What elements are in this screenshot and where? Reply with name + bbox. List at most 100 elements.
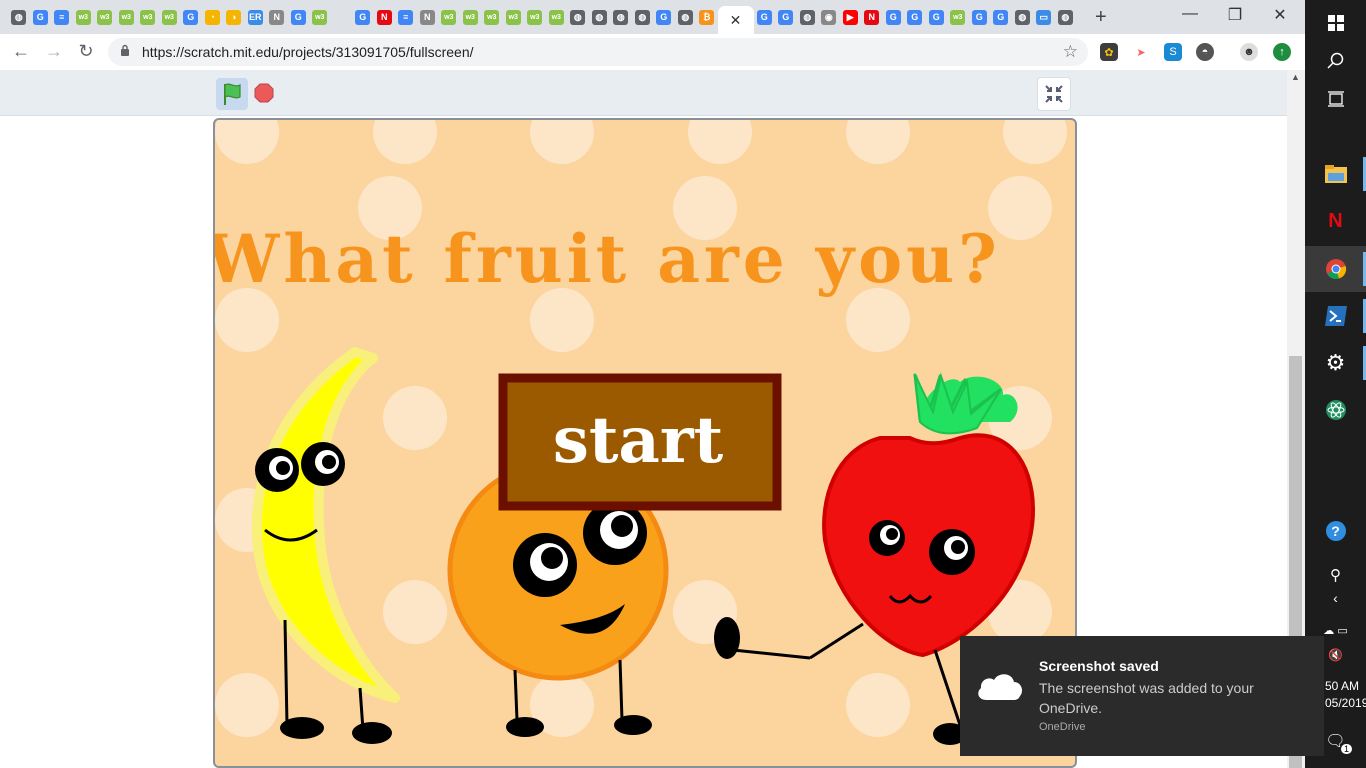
green-flag-icon xyxy=(224,83,241,105)
browser-tab[interactable]: ≡ xyxy=(51,6,73,28)
browser-tab[interactable]: ◍ xyxy=(632,6,654,28)
browser-tab[interactable]: ◍ xyxy=(567,6,589,28)
browser-tab[interactable]: ◉ xyxy=(818,6,840,28)
browser-tab[interactable]: G xyxy=(754,6,776,28)
forward-button[interactable]: → xyxy=(43,41,65,62)
browser-tab[interactable]: N xyxy=(861,6,883,28)
atom-app-button[interactable] xyxy=(1305,387,1366,433)
chrome-button[interactable] xyxy=(1305,246,1366,292)
reload-button[interactable]: ↻ xyxy=(75,41,97,62)
url-text[interactable]: https://scratch.mit.edu/projects/3130917… xyxy=(142,44,474,60)
browser-tab[interactable] xyxy=(331,6,353,28)
google-icon: G xyxy=(656,9,672,25)
browser-tab[interactable]: ER xyxy=(245,6,267,28)
browser-tab[interactable]: w3 xyxy=(438,6,460,28)
browser-tab[interactable]: w3 xyxy=(503,6,525,28)
browser-tab[interactable]: w3 xyxy=(546,6,568,28)
browser-tab[interactable]: w3 xyxy=(159,6,181,28)
browser-tab[interactable]: G xyxy=(180,6,202,28)
browser-tab[interactable]: ▭ xyxy=(1033,6,1055,28)
browser-tab[interactable]: ◍ xyxy=(610,6,632,28)
banana-character xyxy=(251,347,400,744)
start-button[interactable]: start xyxy=(498,373,782,511)
browser-tab[interactable]: w3 xyxy=(116,6,138,28)
browser-tab[interactable]: ◍ xyxy=(8,6,30,28)
scroll-up-arrow-icon[interactable]: ▲ xyxy=(1291,72,1300,82)
browser-tab[interactable]: ◍ xyxy=(589,6,611,28)
browser-tab[interactable]: ≡ xyxy=(395,6,417,28)
polka-dot xyxy=(846,120,910,164)
clock-time[interactable]: 50 AM xyxy=(1325,679,1359,693)
scratch-stage[interactable]: What fruit are you? start xyxy=(213,118,1077,768)
bookmark-star-icon[interactable]: ☆ xyxy=(1063,42,1078,62)
close-window-button[interactable]: ✕ xyxy=(1265,5,1295,25)
settings-button[interactable]: ⚙ xyxy=(1305,340,1366,386)
browser-tab[interactable]: G xyxy=(288,6,310,28)
browser-tab[interactable]: G xyxy=(990,6,1012,28)
browser-tab[interactable]: ◍ xyxy=(1055,6,1077,28)
extension-pokeball-icon[interactable]: ◓ xyxy=(1196,43,1214,61)
google-icon: G xyxy=(355,9,371,25)
update-icon[interactable]: ↑ xyxy=(1273,43,1291,61)
browser-tab[interactable]: w3 xyxy=(73,6,95,28)
browser-tab[interactable]: ◍ xyxy=(1012,6,1034,28)
browser-tab[interactable]: G xyxy=(904,6,926,28)
stop-button[interactable] xyxy=(254,83,274,103)
lock-icon[interactable] xyxy=(120,44,130,59)
back-button[interactable]: ← xyxy=(10,41,32,62)
extension-s-icon[interactable]: S xyxy=(1164,43,1182,61)
browser-tab[interactable]: G xyxy=(926,6,948,28)
active-tab[interactable]: ✕ xyxy=(717,6,754,34)
browser-tab[interactable]: ₿ xyxy=(696,6,718,28)
docs-icon: ≡ xyxy=(398,9,414,25)
powershell-button[interactable] xyxy=(1305,293,1366,339)
new-tab-button[interactable]: + xyxy=(1095,6,1107,29)
restore-button[interactable]: ❐ xyxy=(1220,5,1250,25)
file-explorer-button[interactable] xyxy=(1305,151,1366,197)
profile-avatar[interactable]: ☻ xyxy=(1240,43,1258,61)
globe-icon: ◍ xyxy=(677,9,693,25)
start-button-label[interactable]: start xyxy=(553,403,724,478)
clock-date[interactable]: 05/2019 xyxy=(1325,696,1366,710)
google-icon: G xyxy=(778,9,794,25)
browser-tab[interactable]: G xyxy=(883,6,905,28)
show-hidden-icons-button[interactable]: ‹ xyxy=(1305,583,1366,613)
task-view-button[interactable] xyxy=(1305,76,1366,122)
browser-tab[interactable]: w3 xyxy=(481,6,503,28)
exit-fullscreen-button[interactable] xyxy=(1037,77,1071,111)
khan-icon: ◑ xyxy=(226,9,242,25)
browser-tab[interactable]: G xyxy=(775,6,797,28)
w3-icon: w3 xyxy=(161,9,177,25)
browser-tab[interactable]: w3 xyxy=(460,6,482,28)
stage-canvas: What fruit are you? start xyxy=(215,120,1067,745)
browser-tab[interactable]: w3 xyxy=(137,6,159,28)
browser-tab[interactable]: w3 xyxy=(94,6,116,28)
chevron-left-icon: ‹ xyxy=(1333,590,1338,606)
globe-icon: ◍ xyxy=(1057,9,1073,25)
browser-tab[interactable]: N xyxy=(374,6,396,28)
extension-arrow-icon[interactable]: ➤ xyxy=(1132,43,1150,61)
browser-tab[interactable]: ◑ xyxy=(223,6,245,28)
browser-tab[interactable]: N xyxy=(417,6,439,28)
netflix-button[interactable]: N xyxy=(1305,198,1366,244)
browser-tab[interactable]: G xyxy=(352,6,374,28)
browser-tab[interactable]: ◔ xyxy=(202,6,224,28)
browser-tab[interactable]: G xyxy=(969,6,991,28)
minimize-button[interactable]: — xyxy=(1175,5,1205,23)
notification-toast[interactable]: Screenshot saved The screenshot was adde… xyxy=(960,636,1324,756)
close-icon[interactable]: ✕ xyxy=(728,12,743,28)
extension-sunflower-icon[interactable]: ✿ xyxy=(1100,43,1118,61)
browser-tab[interactable]: w3 xyxy=(309,6,331,28)
gear-icon: ⚙ xyxy=(1325,350,1346,375)
browser-tab[interactable]: w3 xyxy=(947,6,969,28)
browser-tab[interactable]: ▶ xyxy=(840,6,862,28)
browser-tab[interactable]: ◍ xyxy=(797,6,819,28)
green-flag-button[interactable] xyxy=(216,78,248,110)
help-button[interactable]: ? xyxy=(1305,508,1366,554)
browser-tab[interactable]: G xyxy=(653,6,675,28)
browser-tab[interactable]: ◍ xyxy=(675,6,697,28)
browser-tab[interactable]: w3 xyxy=(524,6,546,28)
address-bar[interactable]: https://scratch.mit.edu/projects/3130917… xyxy=(108,38,1088,66)
browser-tab[interactable]: G xyxy=(30,6,52,28)
browser-tab[interactable]: N xyxy=(266,6,288,28)
